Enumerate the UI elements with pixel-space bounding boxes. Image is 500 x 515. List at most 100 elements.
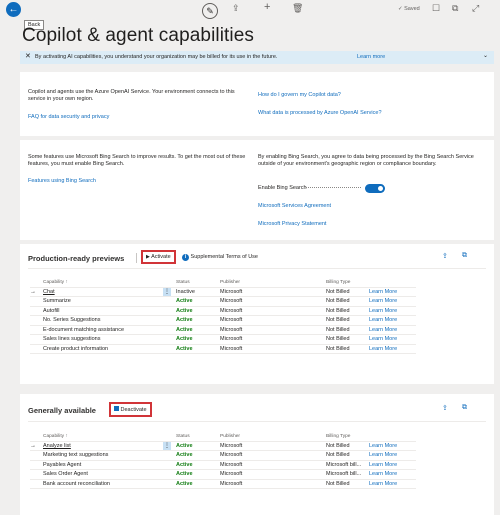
production-section-title: Production-ready previews — [28, 254, 125, 263]
govern-data-link[interactable]: How do I govern my Copilot data? — [258, 92, 341, 98]
edit-button[interactable]: ✎ — [202, 3, 218, 19]
publisher-cell: Microsoft — [217, 315, 323, 326]
open-in-window-icon[interactable]: ⧉ — [462, 404, 467, 412]
status-cell: Active — [173, 450, 217, 461]
status-cell: Inactive — [173, 287, 217, 297]
open-new-window-button[interactable]: ⧉ — [452, 3, 458, 14]
bookmark-button[interactable]: ☐ — [432, 3, 440, 14]
capability-cell[interactable]: Analyze list — [40, 441, 163, 451]
features-bing-link[interactable]: Features using Bing Search — [28, 178, 96, 184]
learn-more-link[interactable]: Learn More — [366, 479, 416, 489]
billing-cell: Microsoft bill... — [323, 469, 366, 480]
col-status[interactable]: Status — [173, 278, 217, 288]
col-status[interactable]: Status — [173, 432, 217, 442]
learn-more-link[interactable]: Learn More — [366, 460, 416, 470]
learn-more-link[interactable]: Learn More — [366, 334, 416, 345]
more-options-icon[interactable]: ⋮ — [163, 287, 171, 296]
learn-more-link[interactable]: Learn more — [357, 54, 385, 60]
deactivate-label: Deactivate — [120, 407, 147, 413]
back-button[interactable]: ← — [6, 2, 21, 17]
bing-description: Some features use Microsoft Bing Search … — [28, 154, 246, 167]
publisher-cell: Microsoft — [217, 450, 323, 461]
learn-more-link[interactable]: Learn More — [366, 287, 416, 297]
table-row[interactable]: Marketing text suggestions Active Micros… — [30, 450, 416, 461]
learn-more-link[interactable]: Learn More — [366, 306, 416, 316]
learn-more-link[interactable]: Learn More — [366, 344, 416, 354]
share-list-icon[interactable]: ⇪ — [442, 404, 448, 412]
billing-cell: Not Billed — [323, 315, 366, 326]
col-billing[interactable]: Billing Type — [323, 432, 366, 442]
expand-button[interactable]: ⤢ — [472, 3, 479, 14]
chevron-down-icon[interactable]: ⌄ — [483, 52, 488, 59]
divider — [136, 253, 137, 263]
capability-cell[interactable]: Chat — [40, 287, 163, 297]
billing-cell: Not Billed — [323, 334, 366, 345]
faq-link[interactable]: FAQ for data security and privacy — [28, 114, 109, 120]
status-cell: Active — [173, 306, 217, 316]
info-icon: i — [182, 254, 189, 261]
table-row[interactable]: Payables Agent Active Microsoft Microsof… — [30, 460, 416, 470]
share-list-icon[interactable]: ⇪ — [442, 252, 448, 260]
col-capability[interactable]: Capability ↑ — [40, 432, 163, 442]
learn-more-link[interactable]: Learn More — [366, 325, 416, 335]
billing-cell: Not Billed — [323, 296, 366, 307]
table-row[interactable]: E-document matching assistance Active Mi… — [30, 325, 416, 335]
open-window-icon: ⧉ — [452, 3, 459, 13]
table-row[interactable]: → Analyze list ⋮ Active Microsoft Not Bi… — [30, 441, 416, 451]
data-processed-link[interactable]: What data is processed by Azure OpenAI S… — [258, 110, 382, 116]
publisher-cell: Microsoft — [217, 344, 323, 354]
activate-button[interactable]: ▶ Activate — [141, 250, 176, 264]
privacy-statement-link[interactable]: Microsoft Privacy Statement — [258, 221, 326, 227]
capability-cell[interactable]: Payables Agent — [40, 460, 163, 470]
deactivate-button[interactable]: Deactivate — [109, 402, 152, 417]
delete-button[interactable]: 🗑 — [292, 3, 303, 14]
generally-available-card: Generally available Deactivate ⇪ ⧉ Capab… — [20, 394, 494, 515]
capability-cell[interactable]: E-document matching assistance — [40, 325, 163, 335]
publisher-cell: Microsoft — [217, 306, 323, 316]
table-row[interactable]: Sales Order Agent Active Microsoft Micro… — [30, 469, 416, 480]
capability-cell[interactable]: No. Series Suggestions — [40, 315, 163, 326]
capability-cell[interactable]: Bank account reconciliation — [40, 479, 163, 489]
enable-bing-label: Enable Bing Search — [258, 185, 307, 191]
table-row[interactable]: Bank account reconciliation Active Micro… — [30, 479, 416, 489]
capability-cell[interactable]: Marketing text suggestions — [40, 450, 163, 461]
billing-info-bar: ✕ By activating AI capabilities, you und… — [20, 51, 494, 64]
open-in-window-icon[interactable]: ⧉ — [462, 252, 467, 260]
col-billing[interactable]: Billing Type — [323, 278, 366, 288]
page-title: Copilot & agent capabilities — [22, 25, 254, 46]
new-button[interactable]: + — [264, 1, 270, 13]
bookmark-icon: ☐ — [432, 3, 441, 13]
learn-more-link[interactable]: Learn More — [366, 441, 416, 451]
learn-more-link[interactable]: Learn More — [366, 469, 416, 480]
col-publisher[interactable]: Publisher — [217, 278, 323, 288]
learn-more-link[interactable]: Learn More — [366, 296, 416, 307]
capability-cell[interactable]: Create product information — [40, 344, 163, 354]
status-cell: Active — [173, 441, 217, 451]
learn-more-link[interactable]: Learn More — [366, 450, 416, 461]
share-button[interactable]: ⇪ — [232, 3, 240, 14]
capability-cell[interactable]: Sales Order Agent — [40, 469, 163, 480]
status-cell: Active — [173, 460, 217, 470]
production-table: Capability ↑ Status Publisher Billing Ty… — [30, 278, 416, 354]
table-row[interactable]: Sales lines suggestions Active Microsoft… — [30, 334, 416, 345]
capability-cell[interactable]: Summarize — [40, 296, 163, 307]
col-publisher[interactable]: Publisher — [217, 432, 323, 442]
capability-cell[interactable]: Autofill — [40, 306, 163, 316]
billing-cell: Not Billed — [323, 325, 366, 335]
supplemental-terms-button[interactable]: i Supplemental Terms of Use — [182, 254, 258, 261]
table-row[interactable]: Create product information Active Micros… — [30, 344, 416, 354]
services-agreement-link[interactable]: Microsoft Services Agreement — [258, 203, 331, 209]
billing-cell: Not Billed — [323, 344, 366, 354]
status-cell: Active — [173, 296, 217, 307]
table-row[interactable]: No. Series Suggestions Active Microsoft … — [30, 315, 416, 326]
col-capability[interactable]: Capability ↑ — [40, 278, 163, 288]
close-icon[interactable]: ✕ — [25, 52, 31, 60]
enable-bing-toggle[interactable] — [365, 184, 385, 193]
more-options-icon[interactable]: ⋮ — [163, 441, 171, 450]
play-icon: ▶ — [146, 254, 150, 260]
table-row[interactable]: Autofill Active Microsoft Not Billed Lea… — [30, 306, 416, 316]
table-row[interactable]: → Chat ⋮ Inactive Microsoft Not Billed L… — [30, 287, 416, 297]
learn-more-link[interactable]: Learn More — [366, 315, 416, 326]
table-row[interactable]: Summarize Active Microsoft Not Billed Le… — [30, 296, 416, 307]
capability-cell[interactable]: Sales lines suggestions — [40, 334, 163, 345]
